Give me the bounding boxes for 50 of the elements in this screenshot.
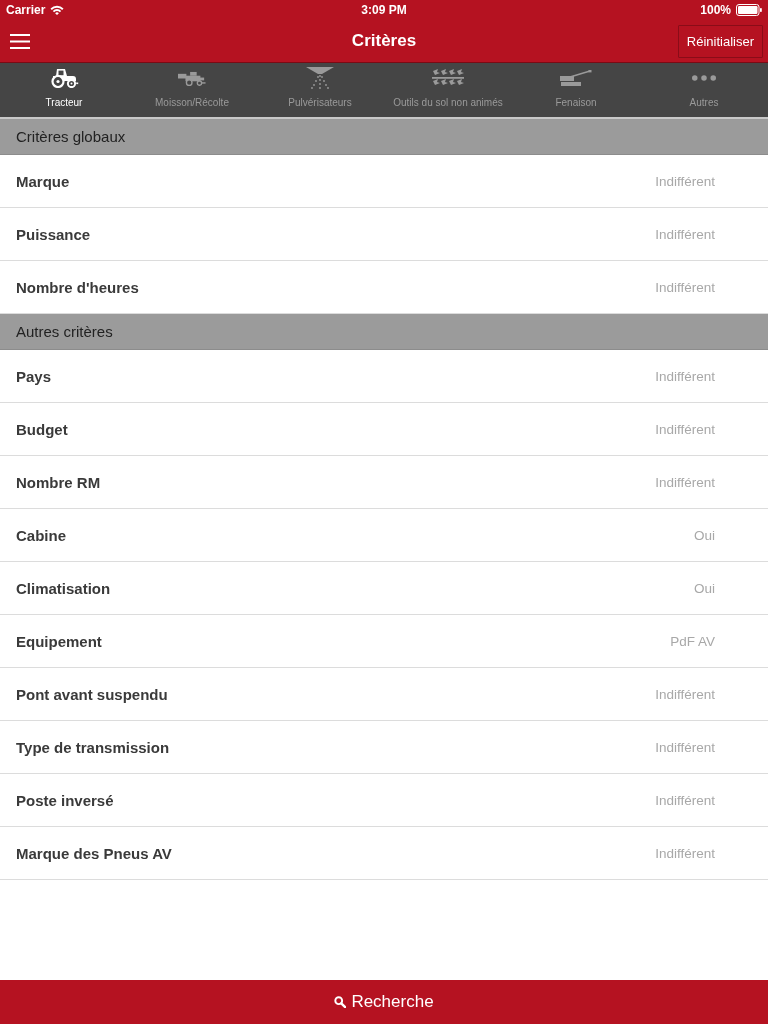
- criteria-value: Indifférent: [655, 739, 715, 755]
- criteria-value: Indifférent: [655, 226, 715, 242]
- criteria-label: Climatisation: [16, 579, 111, 597]
- criteria-value: Oui: [694, 527, 715, 543]
- category-tab[interactable]: Pulvérisateurs: [256, 63, 384, 117]
- criteria-label: Puissance: [16, 225, 91, 243]
- section-header: Autres critères: [0, 314, 768, 350]
- criteria-label: Equipement: [16, 632, 102, 650]
- hay-machine-icon: [560, 70, 592, 86]
- criteria-label: Nombre d'heures: [16, 278, 139, 296]
- battery-icon: [736, 4, 762, 16]
- criteria-value: Indifférent: [655, 173, 715, 189]
- plough-icon: [432, 69, 464, 87]
- search-button[interactable]: Recherche: [0, 980, 768, 1024]
- criteria-label: Marque: [16, 172, 70, 190]
- criteria-value: Indifférent: [655, 368, 715, 384]
- category-tab[interactable]: Tracteur: [0, 63, 128, 117]
- criteria-value: PdF AV: [670, 633, 715, 649]
- criteria-value: Indifférent: [655, 421, 715, 437]
- criteria-value: Indifférent: [655, 279, 715, 295]
- criteria-value: Indifférent: [655, 686, 715, 702]
- criteria-label: Budget: [16, 420, 68, 438]
- criteria-label: Cabine: [16, 526, 66, 544]
- category-tab[interactable]: Outils du sol non animés: [384, 63, 512, 117]
- category-tab[interactable]: Moisson/Récolte: [128, 63, 256, 117]
- more-icon: [692, 75, 716, 81]
- search-icon: [334, 996, 347, 1008]
- criteria-value: Indifférent: [655, 474, 715, 490]
- criteria-label: Nombre RM: [16, 473, 101, 491]
- criteria-label: Poste inversé: [16, 791, 114, 809]
- sprayer-icon: [306, 67, 334, 89]
- combine-harvester-icon: [178, 70, 206, 86]
- menu-icon: [10, 33, 30, 49]
- menu-button[interactable]: [10, 33, 30, 49]
- page-title: Critères: [351, 31, 417, 51]
- battery-percent: 100%: [700, 3, 731, 17]
- reset-button[interactable]: Réinitialiser: [677, 24, 763, 58]
- criteria-value: Indifférent: [655, 845, 715, 861]
- criteria-value: Indifférent: [655, 792, 715, 808]
- criteria-label: Type de transmission: [16, 738, 170, 756]
- criteria-value: Oui: [694, 580, 715, 596]
- criteria-label: Marque des Pneus AV: [16, 844, 172, 862]
- wifi-icon: [50, 5, 65, 15]
- tractor-icon: [49, 68, 79, 88]
- status-time: 3:09 PM: [361, 3, 407, 17]
- criteria-label: Pont avant suspendu: [16, 685, 168, 703]
- category-tab[interactable]: Fenaison: [512, 63, 640, 117]
- criteria-label: Pays: [16, 367, 52, 385]
- section-header: Critères globaux: [0, 119, 768, 155]
- carrier-name: Carrier: [6, 3, 46, 17]
